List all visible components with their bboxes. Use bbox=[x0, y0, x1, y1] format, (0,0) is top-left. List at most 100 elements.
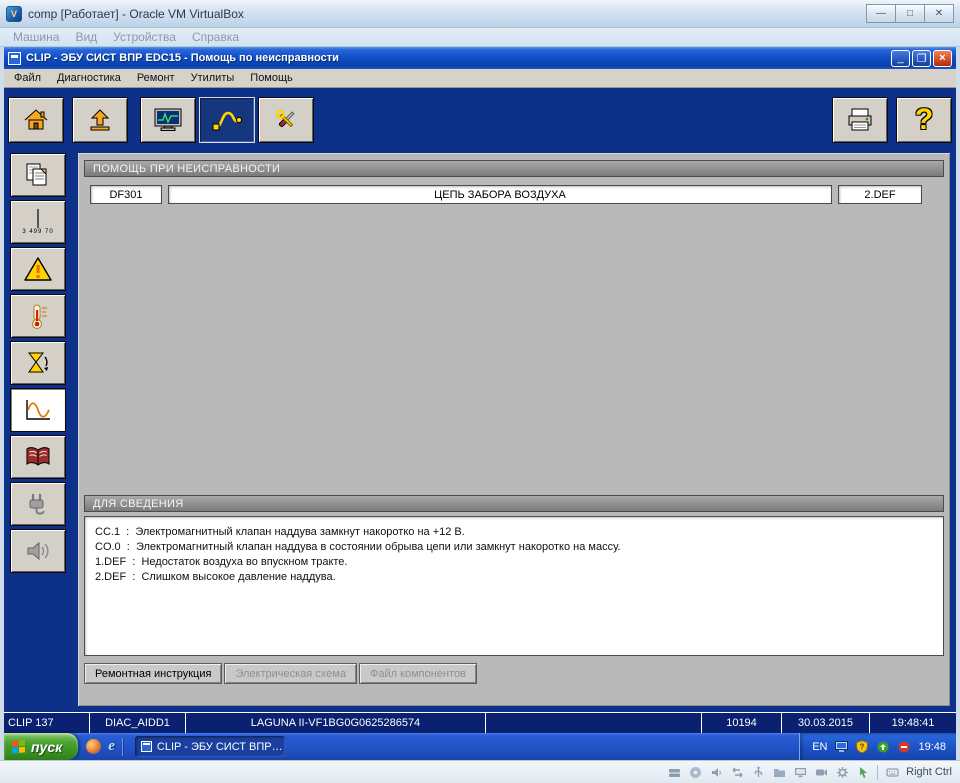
sidebar-manual-button[interactable] bbox=[10, 435, 66, 479]
fault-status: 2.DEF bbox=[838, 185, 922, 204]
tray-display-icon[interactable] bbox=[834, 740, 848, 754]
warning-icon bbox=[23, 256, 53, 283]
menu-diagnostics[interactable]: Диагностика bbox=[49, 72, 129, 84]
status-code: 10194 bbox=[702, 713, 782, 733]
vbox-display-icon[interactable] bbox=[793, 765, 807, 779]
vbox-menu-machine[interactable]: Машина bbox=[6, 30, 66, 44]
hourglass-icon bbox=[24, 350, 52, 376]
app-minimize-button[interactable]: _ bbox=[891, 49, 910, 67]
sidebar-connector-button[interactable] bbox=[10, 482, 66, 526]
vbox-menubar: Машина Вид Устройства Справка bbox=[0, 28, 960, 47]
vbox-optical-disk-icon[interactable] bbox=[688, 765, 702, 779]
bottom-tabs: Ремонтная инструкция Электрическая схема… bbox=[84, 663, 950, 684]
info-line: CC.1 : Электромагнитный клапан наддува з… bbox=[95, 526, 465, 538]
home-icon bbox=[22, 107, 50, 133]
repair-tools-button[interactable] bbox=[258, 97, 314, 143]
language-indicator[interactable]: EN bbox=[812, 741, 827, 753]
vm-display: CLIP - ЭБУ СИСТ ВПР EDC15 - Помощь по не… bbox=[0, 47, 960, 760]
vbox-statusbar: Right Ctrl bbox=[0, 760, 960, 783]
tray-safety-icon[interactable] bbox=[897, 740, 911, 754]
tab-repair-instruction[interactable]: Ремонтная инструкция bbox=[84, 663, 223, 684]
vbox-hdd-icon[interactable] bbox=[667, 765, 681, 779]
vbox-recording-icon[interactable] bbox=[814, 765, 828, 779]
status-date: 30.03.2015 bbox=[782, 713, 870, 733]
app-window-icon bbox=[8, 51, 21, 65]
windows-flag-icon bbox=[12, 739, 26, 754]
xp-taskbar: пуск e CLIP - ЭБУ СИСТ ВПР… EN ? 19:48 bbox=[4, 733, 956, 760]
taskbar-task-clip[interactable]: CLIP - ЭБУ СИСТ ВПР… bbox=[134, 736, 285, 757]
virtualbox-logo-icon: V bbox=[6, 5, 22, 22]
parameters-screen-button[interactable] bbox=[140, 97, 196, 143]
oscilloscope-icon bbox=[23, 397, 53, 423]
toolbar: ? bbox=[8, 94, 952, 146]
sidebar-barcode-button[interactable]: 3 499 70 bbox=[10, 200, 66, 244]
vbox-usb-icon[interactable] bbox=[751, 765, 765, 779]
print-button[interactable] bbox=[832, 97, 888, 143]
virtualbox-window: V comp [Работает] - Oracle VM VirtualBox… bbox=[0, 0, 960, 783]
info-header-label: ДЛЯ СВЕДЕНИЯ bbox=[93, 497, 184, 510]
vbox-audio-icon[interactable] bbox=[709, 765, 723, 779]
vbox-mouse-integration-icon[interactable] bbox=[856, 765, 870, 779]
panel-header: ПОМОЩЬ ПРИ НЕИСПРАВНОСТИ bbox=[84, 160, 944, 177]
sidebar-oscilloscope-button[interactable] bbox=[10, 388, 66, 432]
vbox-menu-view[interactable]: Вид bbox=[68, 30, 104, 44]
menu-file[interactable]: Файл bbox=[6, 72, 49, 84]
close-button[interactable]: ✕ bbox=[924, 4, 954, 23]
fault-help-panel: ПОМОЩЬ ПРИ НЕИСПРАВНОСТИ DF301 ЦЕПЬ ЗАБО… bbox=[78, 153, 950, 706]
vbox-menu-help[interactable]: Справка bbox=[185, 30, 246, 44]
plug-icon bbox=[24, 491, 52, 517]
sidebar-measurements-button[interactable] bbox=[10, 294, 66, 338]
vbox-shared-folders-icon[interactable] bbox=[772, 765, 786, 779]
help-icon: ? bbox=[914, 103, 934, 136]
system-tray: EN ? 19:48 bbox=[799, 733, 956, 760]
menu-repair[interactable]: Ремонт bbox=[129, 72, 183, 84]
barcode-icon bbox=[37, 208, 39, 228]
help-button[interactable]: ? bbox=[896, 97, 952, 143]
up-arrow-icon bbox=[86, 107, 114, 133]
info-header: ДЛЯ СВЕДЕНИЯ bbox=[84, 495, 944, 512]
sidebar-documents-button[interactable] bbox=[10, 153, 66, 197]
start-button[interactable]: пуск bbox=[4, 733, 79, 760]
statusbar-divider bbox=[877, 764, 879, 780]
start-label: пуск bbox=[31, 738, 63, 755]
vbox-features-icon[interactable] bbox=[835, 765, 849, 779]
menu-utilities[interactable]: Утилиты bbox=[183, 72, 243, 84]
tray-update-icon[interactable] bbox=[876, 740, 890, 754]
task-window-icon bbox=[140, 741, 152, 752]
browser-swirl-icon[interactable] bbox=[86, 739, 102, 754]
svg-text:?: ? bbox=[860, 743, 865, 752]
vbox-menu-devices[interactable]: Устройства bbox=[106, 30, 183, 44]
app-window-title: CLIP - ЭБУ СИСТ ВПР EDC15 - Помощь по не… bbox=[26, 52, 339, 64]
taskbar-clock: 19:48 bbox=[918, 740, 946, 753]
documents-icon bbox=[24, 162, 52, 188]
monitor-waveform-icon bbox=[153, 107, 183, 133]
fault-row: DF301 ЦЕПЬ ЗАБОРА ВОЗДУХА 2.DEF bbox=[90, 185, 922, 204]
sidebar-timed-test-button[interactable] bbox=[10, 341, 66, 385]
printer-icon bbox=[845, 107, 875, 133]
fault-help-button[interactable] bbox=[199, 97, 255, 143]
quick-launch-divider bbox=[121, 737, 123, 756]
fault-code: DF301 bbox=[90, 185, 162, 204]
status-module: DIAC_AIDD1 bbox=[90, 713, 186, 733]
status-tool-version: CLIP 137 bbox=[4, 713, 90, 733]
status-vehicle-vin: LAGUNA II-VF1BG0G0625286574 bbox=[186, 713, 486, 733]
maximize-button[interactable]: □ bbox=[895, 4, 925, 23]
internet-explorer-icon[interactable]: e bbox=[108, 738, 115, 755]
app-maximize-button[interactable]: ❐ bbox=[912, 49, 931, 67]
minimize-button[interactable]: — bbox=[866, 4, 896, 23]
host-key-icon bbox=[885, 765, 899, 779]
host-key-label: Right Ctrl bbox=[906, 766, 952, 778]
app-titlebar: CLIP - ЭБУ СИСТ ВПР EDC15 - Помощь по не… bbox=[4, 47, 956, 69]
sidebar-fault-warning-button[interactable] bbox=[10, 247, 66, 291]
menu-help[interactable]: Помощь bbox=[242, 72, 301, 84]
thermometer-icon bbox=[24, 303, 52, 330]
app-close-button[interactable]: × bbox=[933, 49, 952, 67]
home-button[interactable] bbox=[8, 97, 64, 143]
status-empty-cell bbox=[486, 713, 702, 733]
sidebar-audio-button[interactable] bbox=[10, 529, 66, 573]
info-line: 2.DEF : Слишком высокое давление наддува… bbox=[95, 571, 336, 583]
speaker-icon bbox=[24, 538, 52, 564]
back-up-button[interactable] bbox=[72, 97, 128, 143]
vbox-network-icon[interactable] bbox=[730, 765, 744, 779]
tray-shield-icon[interactable]: ? bbox=[855, 740, 869, 754]
